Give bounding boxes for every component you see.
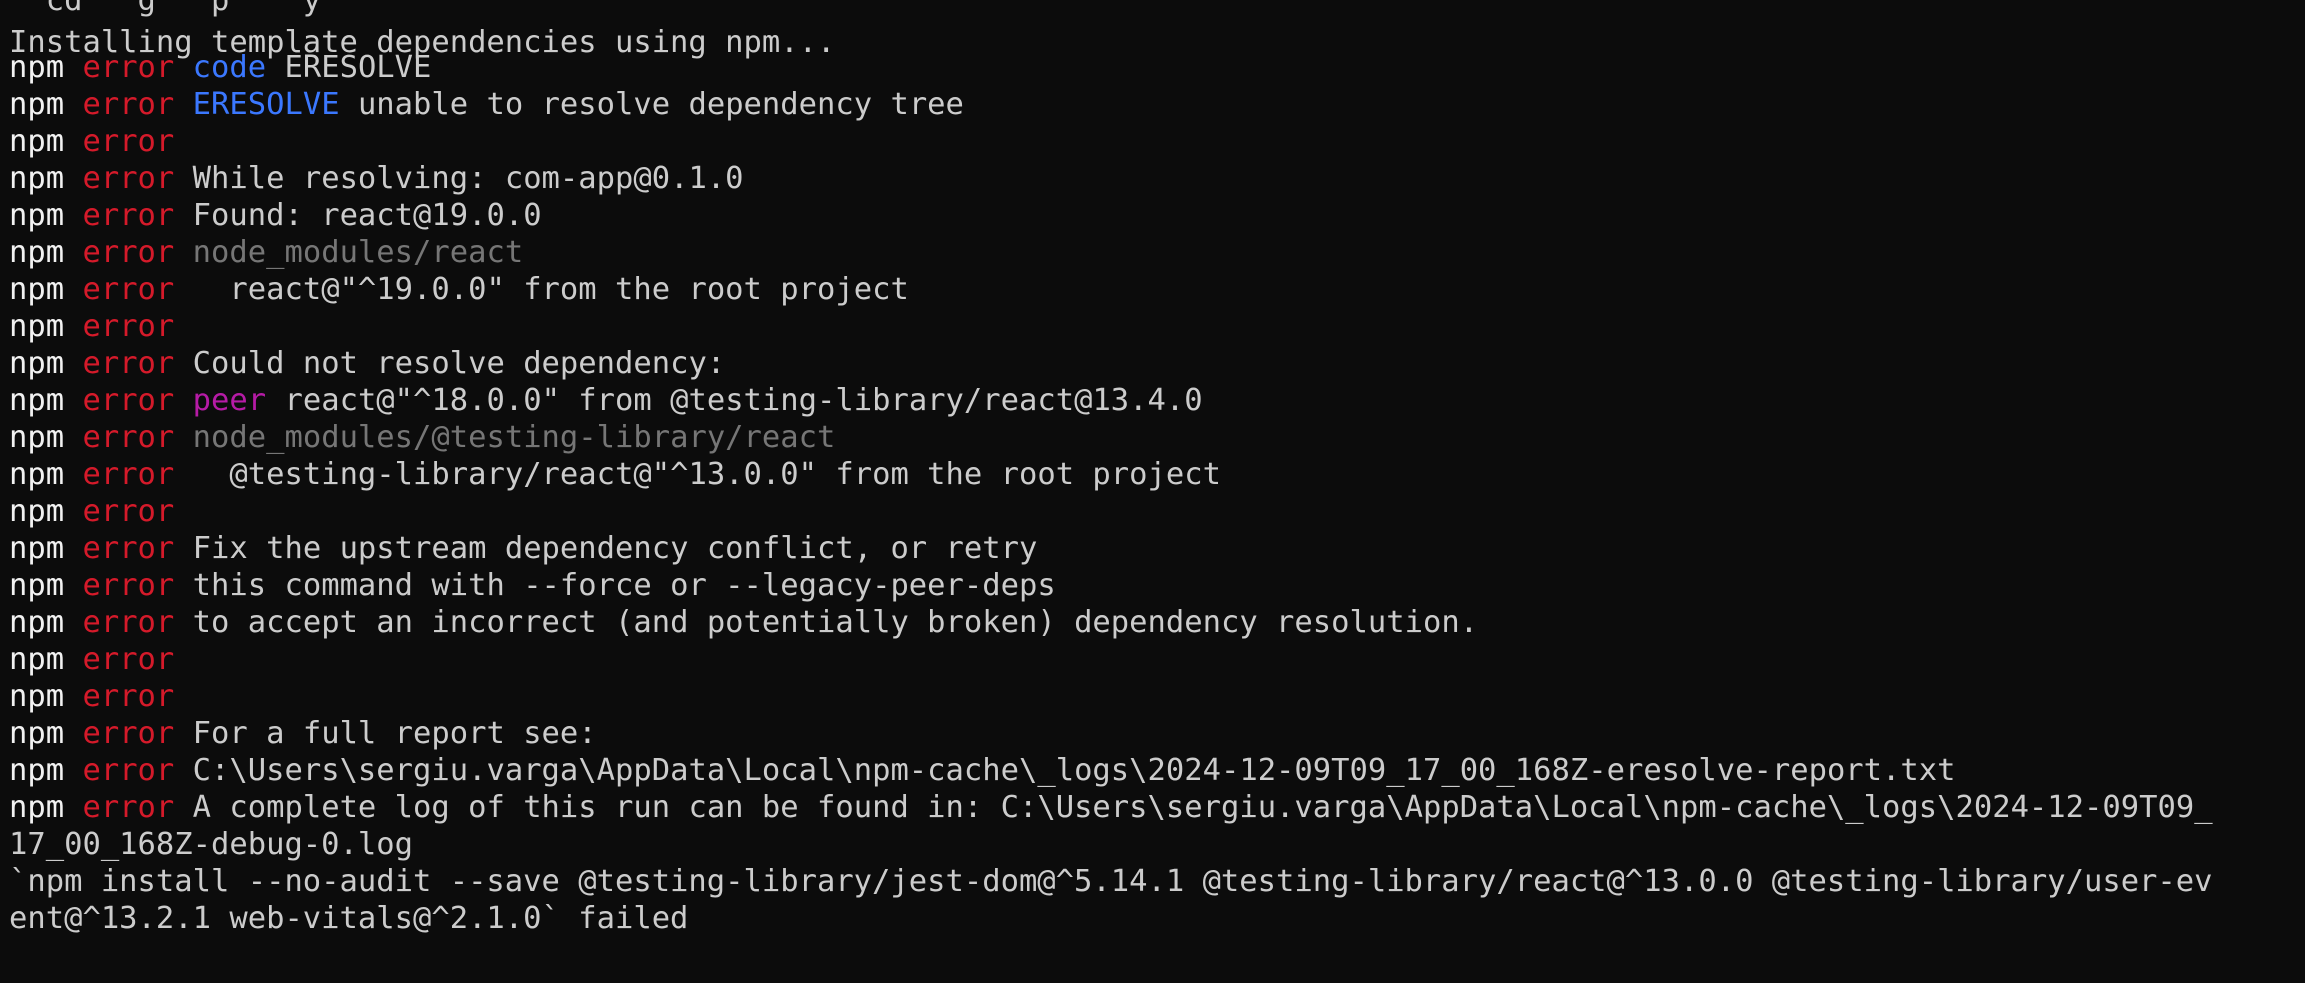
npm-prefix: npm	[9, 531, 65, 566]
error-tag: error	[82, 50, 175, 85]
error-tag: error	[82, 753, 175, 788]
npm-prefix: npm	[9, 87, 65, 122]
npm-prefix: npm	[9, 494, 65, 529]
log-line: npm error this command with --force or -…	[9, 567, 1056, 604]
npm-prefix: npm	[9, 790, 65, 825]
npm-prefix: npm	[9, 383, 65, 418]
log-line: npm error node_modules/react	[9, 234, 523, 271]
error-tag: error	[82, 494, 175, 529]
error-tag: error	[82, 309, 175, 344]
error-tag: error	[82, 457, 175, 492]
error-tag: error	[82, 161, 175, 196]
log-message: ERESOLVE	[266, 50, 432, 85]
npm-prefix: npm	[9, 420, 65, 455]
npm-prefix: npm	[9, 272, 65, 307]
eresolve-keyword: ERESOLVE	[192, 87, 340, 122]
log-line: npm error peer react@"^18.0.0" from @tes…	[9, 382, 1203, 419]
error-tag: error	[82, 790, 175, 825]
npm-prefix: npm	[9, 161, 65, 196]
log-line: npm error to accept an incorrect (and po…	[9, 604, 1478, 641]
npm-prefix: npm	[9, 716, 65, 751]
npm-prefix: npm	[9, 309, 65, 344]
log-line: npm error node_modules/@testing-library/…	[9, 419, 835, 456]
error-tag: error	[82, 383, 175, 418]
terminal-output[interactable]: cd g p y Installing template dependencie…	[9, 0, 2299, 983]
log-line: npm error	[9, 678, 174, 715]
error-tag: error	[82, 531, 175, 566]
log-message: While resolving: com-app@0.1.0	[192, 161, 744, 196]
npm-prefix: npm	[9, 605, 65, 640]
error-tag: error	[82, 198, 175, 233]
peer-keyword: peer	[192, 383, 267, 418]
error-tag: error	[82, 420, 175, 455]
log-line: npm error @testing-library/react@"^13.0.…	[9, 456, 1221, 493]
error-tag: error	[82, 124, 175, 159]
error-tag: error	[82, 642, 175, 677]
error-tag: error	[82, 716, 175, 751]
log-line: npm error C:\Users\sergiu.varga\AppData\…	[9, 752, 1955, 789]
error-tag: error	[82, 679, 175, 714]
npm-prefix: npm	[9, 457, 65, 492]
log-line: npm error code ERESOLVE	[9, 49, 431, 86]
error-tag: error	[82, 235, 175, 270]
npm-prefix: npm	[9, 679, 65, 714]
log-line: npm error Fix the upstream dependency co…	[9, 530, 1037, 567]
log-line: npm error ERESOLVE unable to resolve dep…	[9, 86, 964, 123]
error-tag: error	[82, 87, 175, 122]
log-message: For a full report see:	[192, 716, 597, 751]
npm-prefix: npm	[9, 198, 65, 233]
log-message: to accept an incorrect (and potentially …	[192, 605, 1479, 640]
npm-prefix: npm	[9, 50, 65, 85]
log-line: npm error For a full report see:	[9, 715, 597, 752]
code-keyword: code	[192, 50, 267, 85]
log-message: Found: react@19.0.0	[192, 198, 542, 233]
log-message: react@"^18.0.0" from @testing-library/re…	[266, 383, 1203, 418]
npm-prefix: npm	[9, 235, 65, 270]
failed-command-line: `npm install --no-audit --save @testing-…	[9, 864, 2213, 899]
error-tag: error	[82, 605, 175, 640]
log-line: npm error Found: react@19.0.0	[9, 197, 542, 234]
failed-command-line-wrap: ent@^13.2.1 web-vitals@^2.1.0` failed	[9, 901, 689, 936]
log-line: npm error	[9, 493, 174, 530]
log-message: unable to resolve dependency tree	[339, 87, 964, 122]
log-line: npm error	[9, 641, 174, 678]
module-path: node_modules/@testing-library/react	[192, 420, 836, 455]
npm-prefix: npm	[9, 568, 65, 603]
log-message: Fix the upstream dependency conflict, or…	[192, 531, 1038, 566]
log-message: A complete log of this run can be found …	[192, 790, 2213, 825]
module-path: node_modules/react	[192, 235, 524, 270]
log-message: react@"^19.0.0" from the root project	[192, 272, 909, 307]
error-tag: error	[82, 272, 175, 307]
npm-prefix: npm	[9, 346, 65, 381]
log-message: this command with --force or --legacy-pe…	[192, 568, 1056, 603]
npm-prefix: npm	[9, 124, 65, 159]
log-message: Could not resolve dependency:	[192, 346, 726, 381]
log-line: npm error react@"^19.0.0" from the root …	[9, 271, 909, 308]
log-line: npm error While resolving: com-app@0.1.0	[9, 160, 744, 197]
error-tag: error	[82, 346, 175, 381]
npm-prefix: npm	[9, 753, 65, 788]
log-message: @testing-library/react@"^13.0.0" from th…	[192, 457, 1221, 492]
log-line: npm error Could not resolve dependency:	[9, 345, 725, 382]
report-path: C:\Users\sergiu.varga\AppData\Local\npm-…	[192, 753, 1956, 788]
npm-prefix: npm	[9, 642, 65, 677]
error-tag: error	[82, 568, 175, 603]
log-line: npm error A complete log of this run can…	[9, 789, 2213, 826]
log-line: npm error	[9, 123, 174, 160]
clipped-previous-line: cd g p y	[9, 0, 322, 18]
log-line: npm error	[9, 308, 174, 345]
log-line-wrap: 17_00_168Z-debug-0.log	[9, 827, 413, 862]
